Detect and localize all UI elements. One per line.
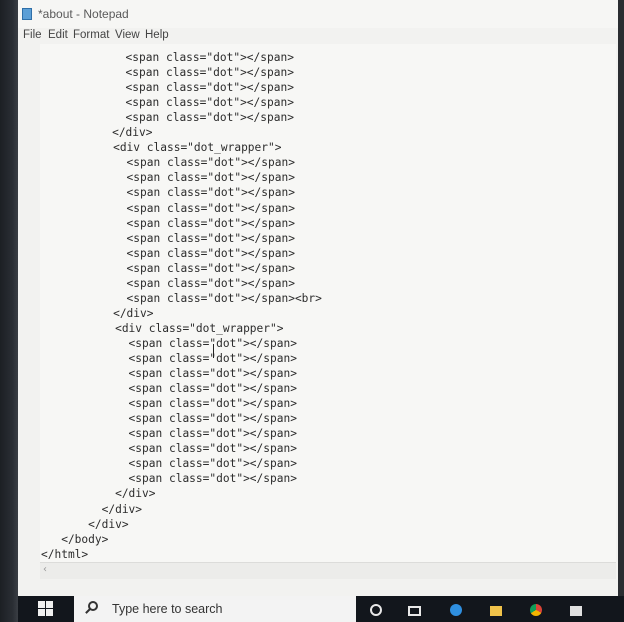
window-title: *about - Notepad — [38, 7, 129, 21]
code-line: <span class="dot"></span> — [40, 51, 294, 64]
code-line: <span class="dot"></span> — [41, 427, 297, 441]
code-line: <span class="dot"></span> — [41, 336, 297, 350]
code-line: <div class="dot_wrapper"> — [40, 141, 282, 155]
title-bar[interactable]: *about - Notepad — [18, 0, 618, 28]
code-line: </div> — [40, 126, 153, 140]
code-line: <span class="dot"></span> — [40, 231, 295, 245]
code-line: <div class="dot_wrapper"> — [41, 321, 284, 335]
code-line: <span class="dot"></span> — [40, 186, 295, 200]
code-line: <span class="dot"></span> — [40, 81, 294, 95]
menu-view[interactable]: View — [115, 29, 140, 41]
code-line: <span class="dot"></span> — [40, 66, 294, 80]
code-line: <span class="dot"></span> — [40, 171, 295, 185]
code-line: <span class="dot"></span> — [40, 201, 295, 215]
menu-file[interactable]: File — [23, 29, 42, 41]
code-line: </html> — [41, 547, 89, 561]
notepad-window: *about - Notepad File Edit Format View H… — [18, 0, 618, 596]
text-editor[interactable]: <span class="dot"></span> <span class="d… — [40, 44, 616, 562]
code-line: </div> — [41, 487, 156, 501]
search-icon — [88, 601, 98, 611]
code-line: <span class="dot"></span> — [40, 111, 294, 125]
taskbar: Type here to search — [18, 596, 624, 622]
cortana-icon[interactable] — [370, 604, 382, 616]
monitor-bezel-left — [0, 0, 18, 622]
code-line: <span class="dot"></span> — [40, 276, 295, 290]
code-line: <span class="dot"></span> — [41, 367, 297, 381]
windows-logo-pane — [46, 609, 53, 616]
menu-format[interactable]: Format — [73, 29, 109, 41]
code-line: <span class="dot"></span> — [41, 412, 297, 426]
menu-help[interactable]: Help — [145, 29, 169, 41]
code-line: <span class="dot"></span> — [41, 397, 297, 411]
search-placeholder: Type here to search — [112, 602, 223, 616]
code-line: <span class="dot"></span> — [40, 156, 295, 170]
code-line: <span class="dot"></span> — [40, 246, 295, 260]
horizontal-scrollbar[interactable]: ‹ — [40, 562, 616, 579]
windows-logo-pane — [46, 601, 53, 608]
code-line: </div> — [40, 306, 154, 320]
chrome-icon[interactable] — [530, 604, 542, 616]
code-line: <span class="dot"></span> — [41, 457, 297, 471]
code-line: <span class="dot"></span> — [40, 261, 295, 275]
code-line: </body> — [41, 532, 109, 546]
code-line: <span class="dot"></span> — [41, 472, 297, 486]
screen: *about - Notepad File Edit Format View H… — [0, 0, 624, 622]
edge-icon[interactable] — [450, 604, 462, 616]
scroll-left-arrow-icon[interactable]: ‹ — [43, 564, 47, 575]
code-line: <span class="dot"></span> — [40, 216, 295, 230]
notepad-icon — [22, 8, 32, 20]
windows-logo-icon — [38, 601, 45, 608]
start-button[interactable] — [38, 601, 54, 617]
menu-bar: File Edit Format View Help — [18, 28, 618, 44]
code-line: <span class="dot"></span> — [41, 442, 297, 456]
code-line: <span class="dot"></span> — [41, 382, 297, 396]
windows-logo-pane — [38, 609, 45, 616]
taskbar-search-box[interactable]: Type here to search — [74, 596, 356, 622]
code-line: </div> — [41, 502, 143, 516]
monitor-bezel-right — [618, 0, 624, 600]
code-line: <span class="dot"></span><br> — [40, 291, 322, 305]
text-caret — [213, 344, 214, 358]
store-icon[interactable] — [570, 606, 582, 616]
code-line: </div> — [41, 517, 129, 531]
code-line: <span class="dot"></span> — [41, 352, 297, 365]
menu-edit[interactable]: Edit — [48, 29, 68, 41]
task-view-icon[interactable] — [408, 606, 421, 616]
code-line: <span class="dot"></span> — [40, 96, 294, 110]
file-explorer-icon[interactable] — [490, 606, 502, 616]
